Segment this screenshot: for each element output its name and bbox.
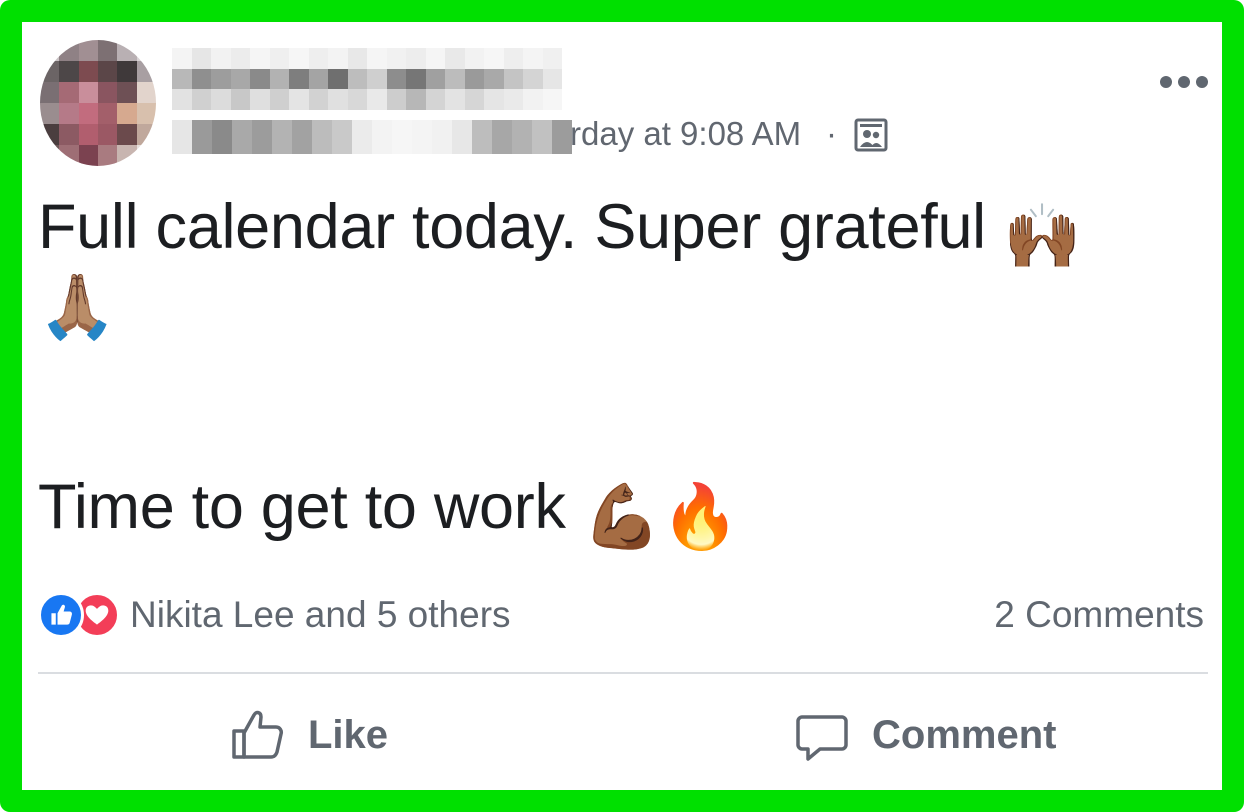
folded-hands-emoji: 🙏🏽 xyxy=(38,272,117,342)
avatar[interactable] xyxy=(40,40,156,166)
group-audience-icon[interactable] xyxy=(854,118,888,152)
comments-count[interactable]: 2 Comments xyxy=(994,590,1204,640)
comment-label: Comment xyxy=(872,712,1057,757)
post-text: Full calendar today. Super grateful 🙌🏾 🙏… xyxy=(38,192,1208,552)
like-button[interactable]: Like xyxy=(230,700,388,770)
more-options-icon[interactable] xyxy=(1160,74,1208,90)
author-subtitle-redacted xyxy=(172,120,572,154)
post-blank-line xyxy=(38,402,1208,472)
thumbs-up-icon xyxy=(232,710,283,759)
meta-separator: · xyxy=(826,115,837,152)
post-text-line-1: Full calendar today. Super grateful xyxy=(38,192,986,262)
like-reaction-icon xyxy=(38,592,84,638)
reactions-summary[interactable]: Nikita Lee and 5 others xyxy=(38,590,511,640)
divider xyxy=(38,672,1208,674)
comment-button[interactable]: Comment xyxy=(794,700,1056,770)
post-timestamp[interactable]: rday at 9:08 AM xyxy=(570,114,801,154)
fire-emoji: 🔥 xyxy=(661,482,740,552)
post-text-line: 🙏🏽 xyxy=(38,262,1208,342)
raising-hands-emoji: 🙌🏾 xyxy=(1003,202,1082,272)
author-name-redacted[interactable] xyxy=(172,48,562,110)
post-blank-line xyxy=(38,332,1208,402)
flexed-biceps-emoji: 💪🏾 xyxy=(582,482,662,552)
reaction-names[interactable]: Nikita Lee and 5 others xyxy=(130,594,511,636)
post-text-line: Full calendar today. Super grateful 🙌🏾 xyxy=(38,192,1208,272)
post-text-line: Time to get to work 💪🏾🔥 xyxy=(38,472,1208,552)
like-label: Like xyxy=(308,712,389,757)
comment-bubble-icon xyxy=(796,715,848,761)
post-text-line-3: Time to get to work xyxy=(38,472,566,542)
post-card: rday at 9:08 AM · Full calendar today. S… xyxy=(22,22,1222,790)
